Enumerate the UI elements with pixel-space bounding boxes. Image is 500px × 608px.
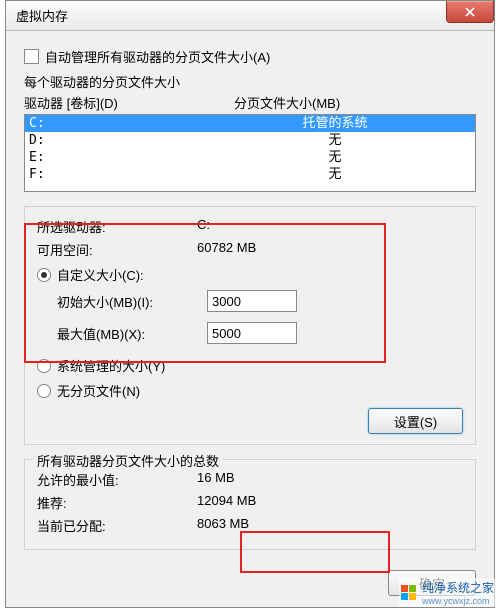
totals-fieldset: 所有驱动器分页文件大小的总数 允许的最小值: 16 MB 推荐: 12094 M…: [24, 459, 476, 550]
watermark-url: www.ycwxjz.com: [422, 596, 494, 606]
drive-row-c[interactable]: C: 托管的系统: [25, 115, 475, 132]
current-alloc-value: 8063 MB: [197, 516, 463, 535]
radio-custom-label: 自定义大小(C):: [57, 265, 144, 284]
free-space-label: 可用空间:: [37, 240, 197, 259]
drive-list[interactable]: C: 托管的系统 D: 无 E: 无 F: 无: [24, 114, 476, 192]
window-title: 虚拟内存: [16, 6, 68, 25]
per-drive-label: 每个驱动器的分页文件大小: [24, 72, 476, 91]
recommended-value: 12094 MB: [197, 493, 463, 512]
initial-size-label: 初始大小(MB)(I):: [57, 292, 207, 311]
col-drive-header: 驱动器 [卷标](D): [24, 93, 234, 112]
watermark: 纯净系统之家 www.ycwxjz.com: [399, 578, 496, 607]
virtual-memory-dialog: 虚拟内存 自动管理所有驱动器的分页文件大小(A) 每个驱动器的分页文件大小 驱动…: [5, 0, 495, 608]
min-allowed-value: 16 MB: [197, 470, 463, 489]
dialog-content: 自动管理所有驱动器的分页文件大小(A) 每个驱动器的分页文件大小 驱动器 [卷标…: [6, 31, 494, 560]
current-alloc-label: 当前已分配:: [37, 516, 197, 535]
drive-row-f[interactable]: F: 无: [25, 166, 475, 183]
close-button[interactable]: [446, 1, 494, 23]
radio-system-managed[interactable]: 系统管理的大小(Y): [37, 356, 463, 375]
drive-settings-group: 所选驱动器: C: 可用空间: 60782 MB 自定义大小(C): 初始大小(…: [24, 206, 476, 445]
min-allowed-label: 允许的最小值:: [37, 470, 197, 489]
max-size-label: 最大值(MB)(X):: [57, 324, 207, 343]
selected-drive-label: 所选驱动器:: [37, 217, 197, 236]
radio-system-label: 系统管理的大小(Y): [57, 356, 165, 375]
close-icon: [465, 7, 475, 17]
auto-manage-checkbox[interactable]: [24, 49, 39, 64]
drive-row-e[interactable]: E: 无: [25, 149, 475, 166]
col-size-header: 分页文件大小(MB): [234, 93, 476, 112]
drive-list-header: 驱动器 [卷标](D) 分页文件大小(MB): [24, 93, 476, 112]
set-button[interactable]: 设置(S): [368, 408, 463, 434]
totals-legend: 所有驱动器分页文件大小的总数: [33, 451, 223, 470]
selected-drive-value: C:: [197, 217, 463, 236]
radio-none-label: 无分页文件(N): [57, 381, 140, 400]
auto-manage-label: 自动管理所有驱动器的分页文件大小(A): [45, 47, 270, 66]
recommended-label: 推荐:: [37, 493, 197, 512]
auto-manage-row[interactable]: 自动管理所有驱动器的分页文件大小(A): [24, 47, 476, 66]
radio-custom-size[interactable]: 自定义大小(C):: [37, 265, 463, 284]
radio-no-paging[interactable]: 无分页文件(N): [37, 381, 463, 400]
radio-system-input[interactable]: [37, 359, 51, 373]
watermark-text: 纯净系统之家: [422, 579, 494, 596]
radio-custom-input[interactable]: [37, 268, 51, 282]
windows-logo-icon: [401, 585, 417, 601]
initial-size-input[interactable]: [207, 290, 297, 312]
free-space-value: 60782 MB: [197, 240, 463, 259]
radio-none-input[interactable]: [37, 384, 51, 398]
drive-row-d[interactable]: D: 无: [25, 132, 475, 149]
titlebar: 虚拟内存: [6, 1, 494, 31]
max-size-input[interactable]: [207, 322, 297, 344]
